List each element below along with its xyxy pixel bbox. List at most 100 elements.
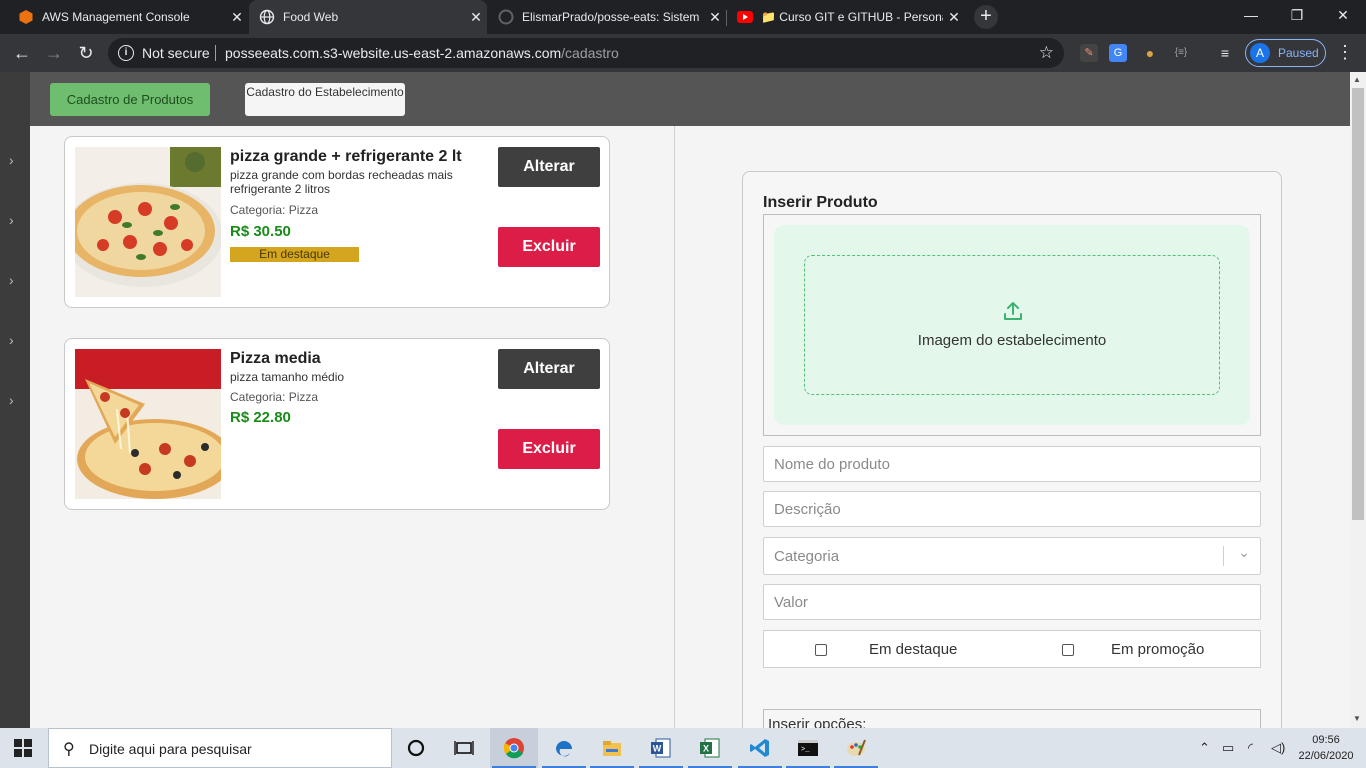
word-icon[interactable]: W <box>637 728 685 768</box>
select-separator <box>1223 546 1224 566</box>
close-window-button[interactable]: ✕ <box>1320 0 1366 30</box>
volume-icon[interactable]: ◁) <box>1271 740 1285 756</box>
tab-youtube-curso[interactable]: 📁 Curso GIT e GITHUB - Persona ✕ <box>727 0 965 34</box>
new-tab-button[interactable]: + <box>974 5 998 29</box>
terminal-icon[interactable]: >_ <box>784 728 832 768</box>
tab-github-repo[interactable]: ElismarPrado/posse-eats: Sistem ✕ <box>488 0 726 34</box>
clock-time: 09:56 <box>1312 734 1340 746</box>
tab-title: 📁 Curso GIT e GITHUB - Persona <box>761 10 943 24</box>
vscode-icon[interactable] <box>736 728 784 768</box>
vertical-scrollbar[interactable]: ▲ ▼ <box>1350 72 1366 728</box>
cortana-icon[interactable] <box>392 728 440 768</box>
edge-taskbar-icon[interactable] <box>540 728 588 768</box>
options-section: Inserir opções: <box>763 709 1261 728</box>
task-view-icon[interactable] <box>440 728 488 768</box>
wifi-icon[interactable]: ◜ <box>1248 740 1253 756</box>
close-tab-icon[interactable]: ✕ <box>226 9 248 26</box>
svg-text:X: X <box>703 744 709 754</box>
profile-button[interactable]: A Paused <box>1245 39 1326 67</box>
tab-food-web[interactable]: Food Web ✕ <box>249 0 487 34</box>
category-placeholder: Categoria <box>774 548 840 565</box>
chrome-taskbar-icon[interactable] <box>490 728 538 768</box>
form-title: Inserir Produto <box>763 194 878 211</box>
cadastro-produtos-button[interactable]: Cadastro de Produtos <box>50 83 210 116</box>
close-tab-icon[interactable]: ✕ <box>465 9 487 26</box>
product-name: Pizza media <box>230 350 321 367</box>
search-icon: ⚲ <box>63 741 75 758</box>
extension-pen-icon[interactable]: ✎ <box>1080 44 1098 62</box>
scroll-up-arrow-icon[interactable]: ▲ <box>1353 75 1361 84</box>
image-dropzone[interactable]: Imagem do estabelecimento <box>804 255 1220 395</box>
description-placeholder: Descrição <box>774 501 841 518</box>
reading-list-icon[interactable]: ≡ <box>1216 44 1234 62</box>
avatar: A <box>1250 43 1270 63</box>
chevron-right-icon[interactable]: › <box>9 332 14 348</box>
product-description: pizza grande com bordas recheadas mais r… <box>230 168 453 196</box>
product-image <box>75 349 221 499</box>
description-input[interactable]: Descrição <box>763 491 1261 527</box>
windows-start-icon[interactable] <box>14 739 32 757</box>
highlight-checkbox[interactable] <box>815 644 827 656</box>
cookie-icon[interactable]: ● <box>1141 44 1159 62</box>
excluir-button[interactable]: Excluir <box>498 429 600 469</box>
chevron-right-icon[interactable]: › <box>9 392 14 408</box>
minimize-button[interactable]: — <box>1228 0 1274 30</box>
promo-checkbox[interactable] <box>1062 644 1074 656</box>
chevron-right-icon[interactable]: › <box>9 272 14 288</box>
highlight-label: Em destaque <box>869 641 958 658</box>
search-placeholder: Digite aqui para pesquisar <box>89 741 252 757</box>
top-navigation: Cadastro de Produtos Cadastro do Estabel… <box>30 72 1350 126</box>
json-viewer-icon[interactable]: {≡} <box>1172 44 1190 62</box>
tab-title: Food Web <box>283 10 339 24</box>
product-name: pizza grande + refrigerante 2 lt <box>230 148 462 165</box>
taskbar-clock[interactable]: 09:56 22/06/2020 <box>1296 732 1356 764</box>
tab-title: AWS Management Console <box>42 10 190 24</box>
reload-icon[interactable]: ↻ <box>74 41 98 65</box>
forward-arrow-icon[interactable]: → <box>42 41 66 65</box>
chevron-right-icon[interactable]: › <box>9 152 14 168</box>
github-icon <box>498 9 514 25</box>
url-text[interactable]: posseeats.com.s3-website.us-east-2.amazo… <box>225 45 619 61</box>
browser-menu-icon[interactable]: ⋮ <box>1336 42 1354 63</box>
product-name-placeholder: Nome do produto <box>774 456 890 473</box>
category-select[interactable]: Categoria ⌄ <box>763 537 1261 575</box>
back-arrow-icon[interactable]: ← <box>10 41 34 65</box>
product-category: Categoria: Pizza <box>230 390 319 404</box>
battery-icon[interactable]: ▭ <box>1222 740 1234 756</box>
tab-aws-console[interactable]: AWS Management Console ✕ <box>8 0 248 34</box>
taskbar-search-box[interactable]: ⚲ Digite aqui para pesquisar <box>48 728 392 768</box>
product-price: R$ 22.80 <box>230 409 291 426</box>
product-card: pizza grande + refrigerante 2 lt pizza g… <box>64 136 610 308</box>
chevron-down-icon[interactable]: ⌄ <box>1238 544 1250 561</box>
insert-product-form: Inserir Produto Imagem do estabeleciment… <box>742 171 1282 728</box>
alterar-button[interactable]: Alterar <box>498 349 600 389</box>
info-icon[interactable]: i <box>118 45 134 61</box>
price-input[interactable]: Valor <box>763 584 1261 620</box>
profile-status: Paused <box>1278 46 1319 60</box>
close-tab-icon[interactable]: ✕ <box>943 9 965 26</box>
options-label: Inserir opções: <box>768 716 867 728</box>
file-explorer-icon[interactable] <box>588 728 636 768</box>
chevron-right-icon[interactable]: › <box>9 212 14 228</box>
close-tab-icon[interactable]: ✕ <box>704 9 726 26</box>
address-bar[interactable]: i Not secure posseeats.com.s3-website.us… <box>108 38 1064 68</box>
product-price: R$ 30.50 <box>230 223 291 240</box>
cadastro-estabelecimento-button[interactable]: Cadastro do Estabelecimento <box>245 83 405 116</box>
scroll-down-arrow-icon[interactable]: ▼ <box>1353 714 1361 723</box>
column-divider <box>674 126 675 728</box>
chevron-up-icon[interactable]: ⌃ <box>1199 740 1210 756</box>
product-name-input[interactable]: Nome do produto <box>763 446 1261 482</box>
paint-icon[interactable] <box>832 728 880 768</box>
windows-taskbar: ⚲ Digite aqui para pesquisar W X >_ ⌃ ▭ <box>0 728 1366 768</box>
excel-icon[interactable]: X <box>686 728 734 768</box>
page-viewport: › › › › › Cadastro de Produtos Cadastro … <box>0 72 1350 728</box>
restore-button[interactable]: ❐ <box>1274 0 1320 30</box>
bookmark-star-icon[interactable]: ☆ <box>1039 43 1054 63</box>
svg-text:>_: >_ <box>801 746 810 754</box>
aws-icon <box>18 9 34 25</box>
scrollbar-thumb[interactable] <box>1352 88 1364 520</box>
alterar-button[interactable]: Alterar <box>498 147 600 187</box>
price-placeholder: Valor <box>774 594 808 611</box>
google-translate-icon[interactable]: G <box>1109 44 1127 62</box>
excluir-button[interactable]: Excluir <box>498 227 600 267</box>
